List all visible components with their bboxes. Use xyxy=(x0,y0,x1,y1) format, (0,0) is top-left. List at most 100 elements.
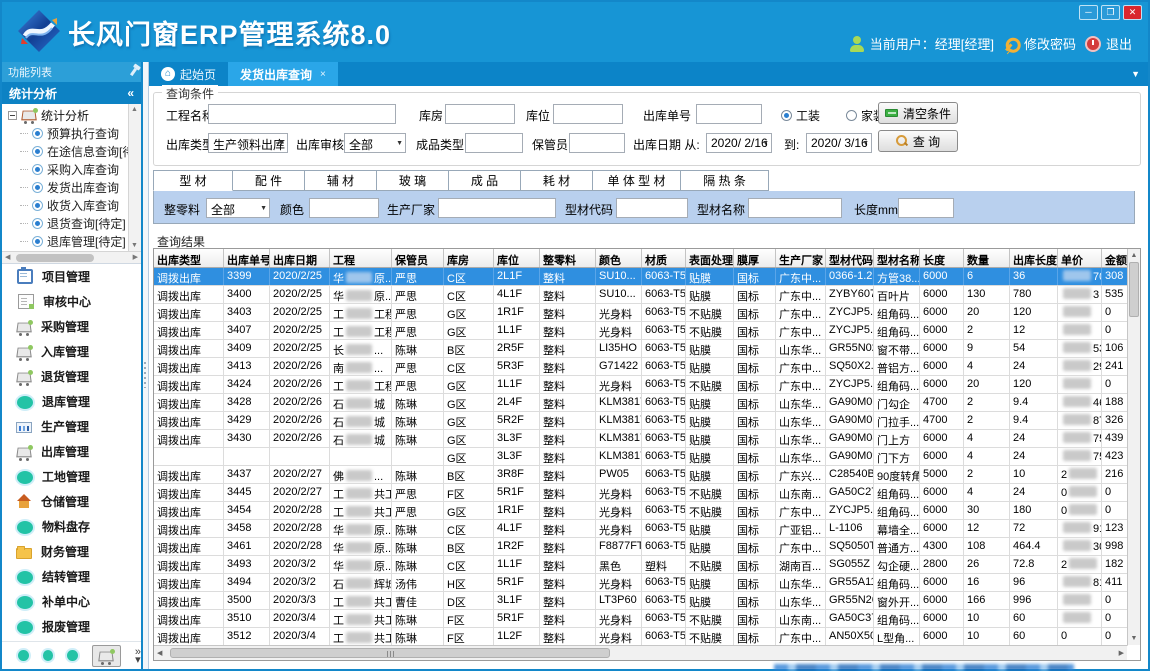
tree-vertical-scrollbar[interactable]: ▲ ▼ xyxy=(128,104,141,251)
scroll-thumb[interactable] xyxy=(16,254,94,262)
sidebar-item[interactable]: 生产管理 xyxy=(2,414,141,439)
date-to-select[interactable]: 2020/ 3/16 xyxy=(806,133,872,153)
column-header-warehouse[interactable]: 库房 xyxy=(444,249,494,267)
scroll-down-icon[interactable]: ▼ xyxy=(131,242,138,249)
scroll-thumb[interactable] xyxy=(170,648,610,658)
scroll-right-icon[interactable]: ▶ xyxy=(1119,649,1124,657)
column-header-length[interactable]: 长度 xyxy=(920,249,964,267)
scroll-down-icon[interactable]: ▼ xyxy=(1128,635,1140,642)
grid-horizontal-scrollbar[interactable]: ◀ ▶ xyxy=(154,645,1127,660)
table-row[interactable]: 调拨出库34582020/2/28华原...陈琳C区4L1F整料光身料6063-… xyxy=(154,520,1128,538)
table-row[interactable]: 调拨出库34942020/3/2石辉城汤伟H区5R1F整料光身料6063-T5贴… xyxy=(154,574,1128,592)
sidebar-item[interactable]: 报废管理 xyxy=(2,614,141,639)
search-button[interactable]: 查 询 xyxy=(878,130,958,152)
sidebar-group-header[interactable]: 统计分析 « xyxy=(2,82,141,104)
audit-select[interactable]: 全部 xyxy=(344,133,406,153)
tree-item[interactable]: 发货出库查询 xyxy=(2,178,130,196)
column-header-location[interactable]: 库位 xyxy=(494,249,540,267)
sidebar-item[interactable]: 财务管理 xyxy=(2,539,141,564)
sidebar-item[interactable]: 物料盘存 xyxy=(2,514,141,539)
sidebar-splitter[interactable] xyxy=(143,62,148,669)
table-row[interactable]: 调拨出库35122020/3/4工共工程陈琳F区1L2F整料光身料6063-T5… xyxy=(154,628,1128,646)
table-row[interactable]: 调拨出库34932020/3/2华原...陈琳C区1L1F整料黑色塑料不贴膜国标… xyxy=(154,556,1128,574)
profile-code-input[interactable] xyxy=(616,198,688,218)
circle-icon[interactable] xyxy=(67,650,78,661)
scroll-left-icon[interactable]: ◀ xyxy=(157,649,162,657)
table-row[interactable]: 调拨出库34242020/2/26工工程严思G区1L1F整料光身料6063-T5… xyxy=(154,376,1128,394)
table-row[interactable]: 调拨出库34292020/2/26石城陈琳G区5R2F整料KLM38176063… xyxy=(154,412,1128,430)
column-header-whole[interactable]: 整零料 xyxy=(540,249,596,267)
tree-horizontal-scrollbar[interactable]: ◀ ▶ xyxy=(2,251,141,263)
subtab[interactable]: 隔 热 条 xyxy=(681,170,769,191)
more-menus-button[interactable]: »▾ xyxy=(135,648,141,664)
subtab[interactable]: 耗 材 xyxy=(521,170,593,191)
column-header-manufacturer[interactable]: 生产厂家 xyxy=(776,249,826,267)
length-input[interactable] xyxy=(898,198,954,218)
scroll-up-icon[interactable]: ▲ xyxy=(131,106,138,113)
column-header-name[interactable]: 型材名称 xyxy=(874,249,920,267)
scroll-left-icon[interactable]: ◀ xyxy=(5,253,10,261)
out-type-select[interactable]: 生产领料出库 xyxy=(208,133,288,153)
subtab[interactable]: 辅 材 xyxy=(305,170,377,191)
column-header-price[interactable]: 单价 xyxy=(1058,249,1102,267)
tab-shipment-outbound-query[interactable]: 发货出库查询 × xyxy=(228,62,338,86)
tab-close-icon[interactable]: × xyxy=(320,69,326,80)
tab-overflow-icon[interactable]: ▼ xyxy=(1131,69,1140,79)
sidebar-item[interactable]: 出库管理 xyxy=(2,439,141,464)
sidebar-item[interactable]: 工地管理 xyxy=(2,464,141,489)
sidebar-item[interactable]: 退货管理 xyxy=(2,364,141,389)
sidebar-item[interactable]: 采购管理 xyxy=(2,314,141,339)
column-header-material[interactable]: 材质 xyxy=(642,249,686,267)
change-password-button[interactable]: 修改密码 xyxy=(1003,34,1076,53)
sidebar-item[interactable]: 结转管理 xyxy=(2,564,141,589)
pin-icon[interactable] xyxy=(130,68,137,76)
column-header-out-length[interactable]: 出库长度 xyxy=(1010,249,1058,267)
scroll-up-icon[interactable]: ▲ xyxy=(1128,252,1140,259)
subtab[interactable]: 玻 璃 xyxy=(377,170,449,191)
warehouse-input[interactable] xyxy=(445,104,515,124)
tree-item[interactable]: 退货查询[待定] xyxy=(2,214,130,232)
column-header-film[interactable]: 膜厚 xyxy=(734,249,776,267)
column-header-qty[interactable]: 数量 xyxy=(964,249,1010,267)
cart-shortcut-button[interactable] xyxy=(92,645,121,667)
grid-vertical-scrollbar[interactable]: ▲ ▼ xyxy=(1127,249,1140,645)
table-row[interactable]: 调拨出库34282020/2/26石城陈琳G区2L4F整料KLM38176063… xyxy=(154,394,1128,412)
sidebar-item[interactable]: 补单中心 xyxy=(2,589,141,614)
whole-piece-select[interactable]: 全部 xyxy=(206,198,270,218)
column-header-keeper[interactable]: 保管员 xyxy=(392,249,444,267)
table-row[interactable]: 调拨出库34032020/2/25工工程严思G区1R1F整料光身料6063-T5… xyxy=(154,304,1128,322)
tree-item[interactable]: 在途信息查询[待 xyxy=(2,142,130,160)
table-row[interactable]: 调拨出库34612020/2/28华原...陈琳B区1R2F整料F8877FT6… xyxy=(154,538,1128,556)
tree-item[interactable]: 退库管理[待定] xyxy=(2,232,130,250)
product-type-input[interactable] xyxy=(465,133,523,153)
table-row[interactable]: G区3L3F整料KLM38176063-T5贴膜国标山东华...GA90M09.… xyxy=(154,448,1128,466)
subtab[interactable]: 配 件 xyxy=(233,170,305,191)
subtab[interactable]: 型 材 xyxy=(153,170,233,191)
column-header-date[interactable]: 出库日期 xyxy=(270,249,330,267)
table-row[interactable]: 调拨出库34002020/2/25华原...严思C区4L1F整料SU10...6… xyxy=(154,286,1128,304)
location-input[interactable] xyxy=(553,104,623,124)
tab-home[interactable]: ⌂ 起始页 xyxy=(149,62,228,86)
column-header-project[interactable]: 工程 xyxy=(330,249,392,267)
color-input[interactable] xyxy=(309,198,379,218)
manufacturer-input[interactable] xyxy=(438,198,556,218)
table-row[interactable]: 调拨出库34302020/2/26石城陈琳G区3L3F整料KLM38176063… xyxy=(154,430,1128,448)
subtab[interactable]: 单 体 型 材 xyxy=(593,170,681,191)
tree-item[interactable]: 预算执行查询 xyxy=(2,124,130,142)
column-header-amount[interactable]: 金额 xyxy=(1102,249,1128,267)
sidebar-item[interactable]: 项目管理 xyxy=(2,264,141,289)
date-from-select[interactable]: 2020/ 2/16 xyxy=(706,133,772,153)
logout-button[interactable]: 退出 xyxy=(1085,34,1132,53)
table-row[interactable]: 调拨出库33992020/2/25华原...严思C区2L1F整料SU10...6… xyxy=(154,268,1128,286)
minimize-button[interactable]: ─ xyxy=(1079,5,1098,20)
column-header-surface[interactable]: 表面处理 xyxy=(686,249,734,267)
column-header-code[interactable]: 型材代码 xyxy=(826,249,874,267)
sidebar-item[interactable]: 退库管理 xyxy=(2,389,141,414)
table-row[interactable]: 调拨出库34132020/2/26南...严思C区5R3F整料G71422606… xyxy=(154,358,1128,376)
table-row[interactable]: 调拨出库34542020/2/28工共工程严思G区1R1F整料光身料6063-T… xyxy=(154,502,1128,520)
table-row[interactable]: 调拨出库35102020/3/4工共工程陈琳F区5R1F整料光身料6063-T5… xyxy=(154,610,1128,628)
column-header-color[interactable]: 颜色 xyxy=(596,249,642,267)
tree-item[interactable]: 收货入库查询 xyxy=(2,196,130,214)
sidebar-item[interactable]: 入库管理 xyxy=(2,339,141,364)
table-row[interactable]: 调拨出库34372020/2/27佛...陈琳B区3R8F整料PW056063-… xyxy=(154,466,1128,484)
